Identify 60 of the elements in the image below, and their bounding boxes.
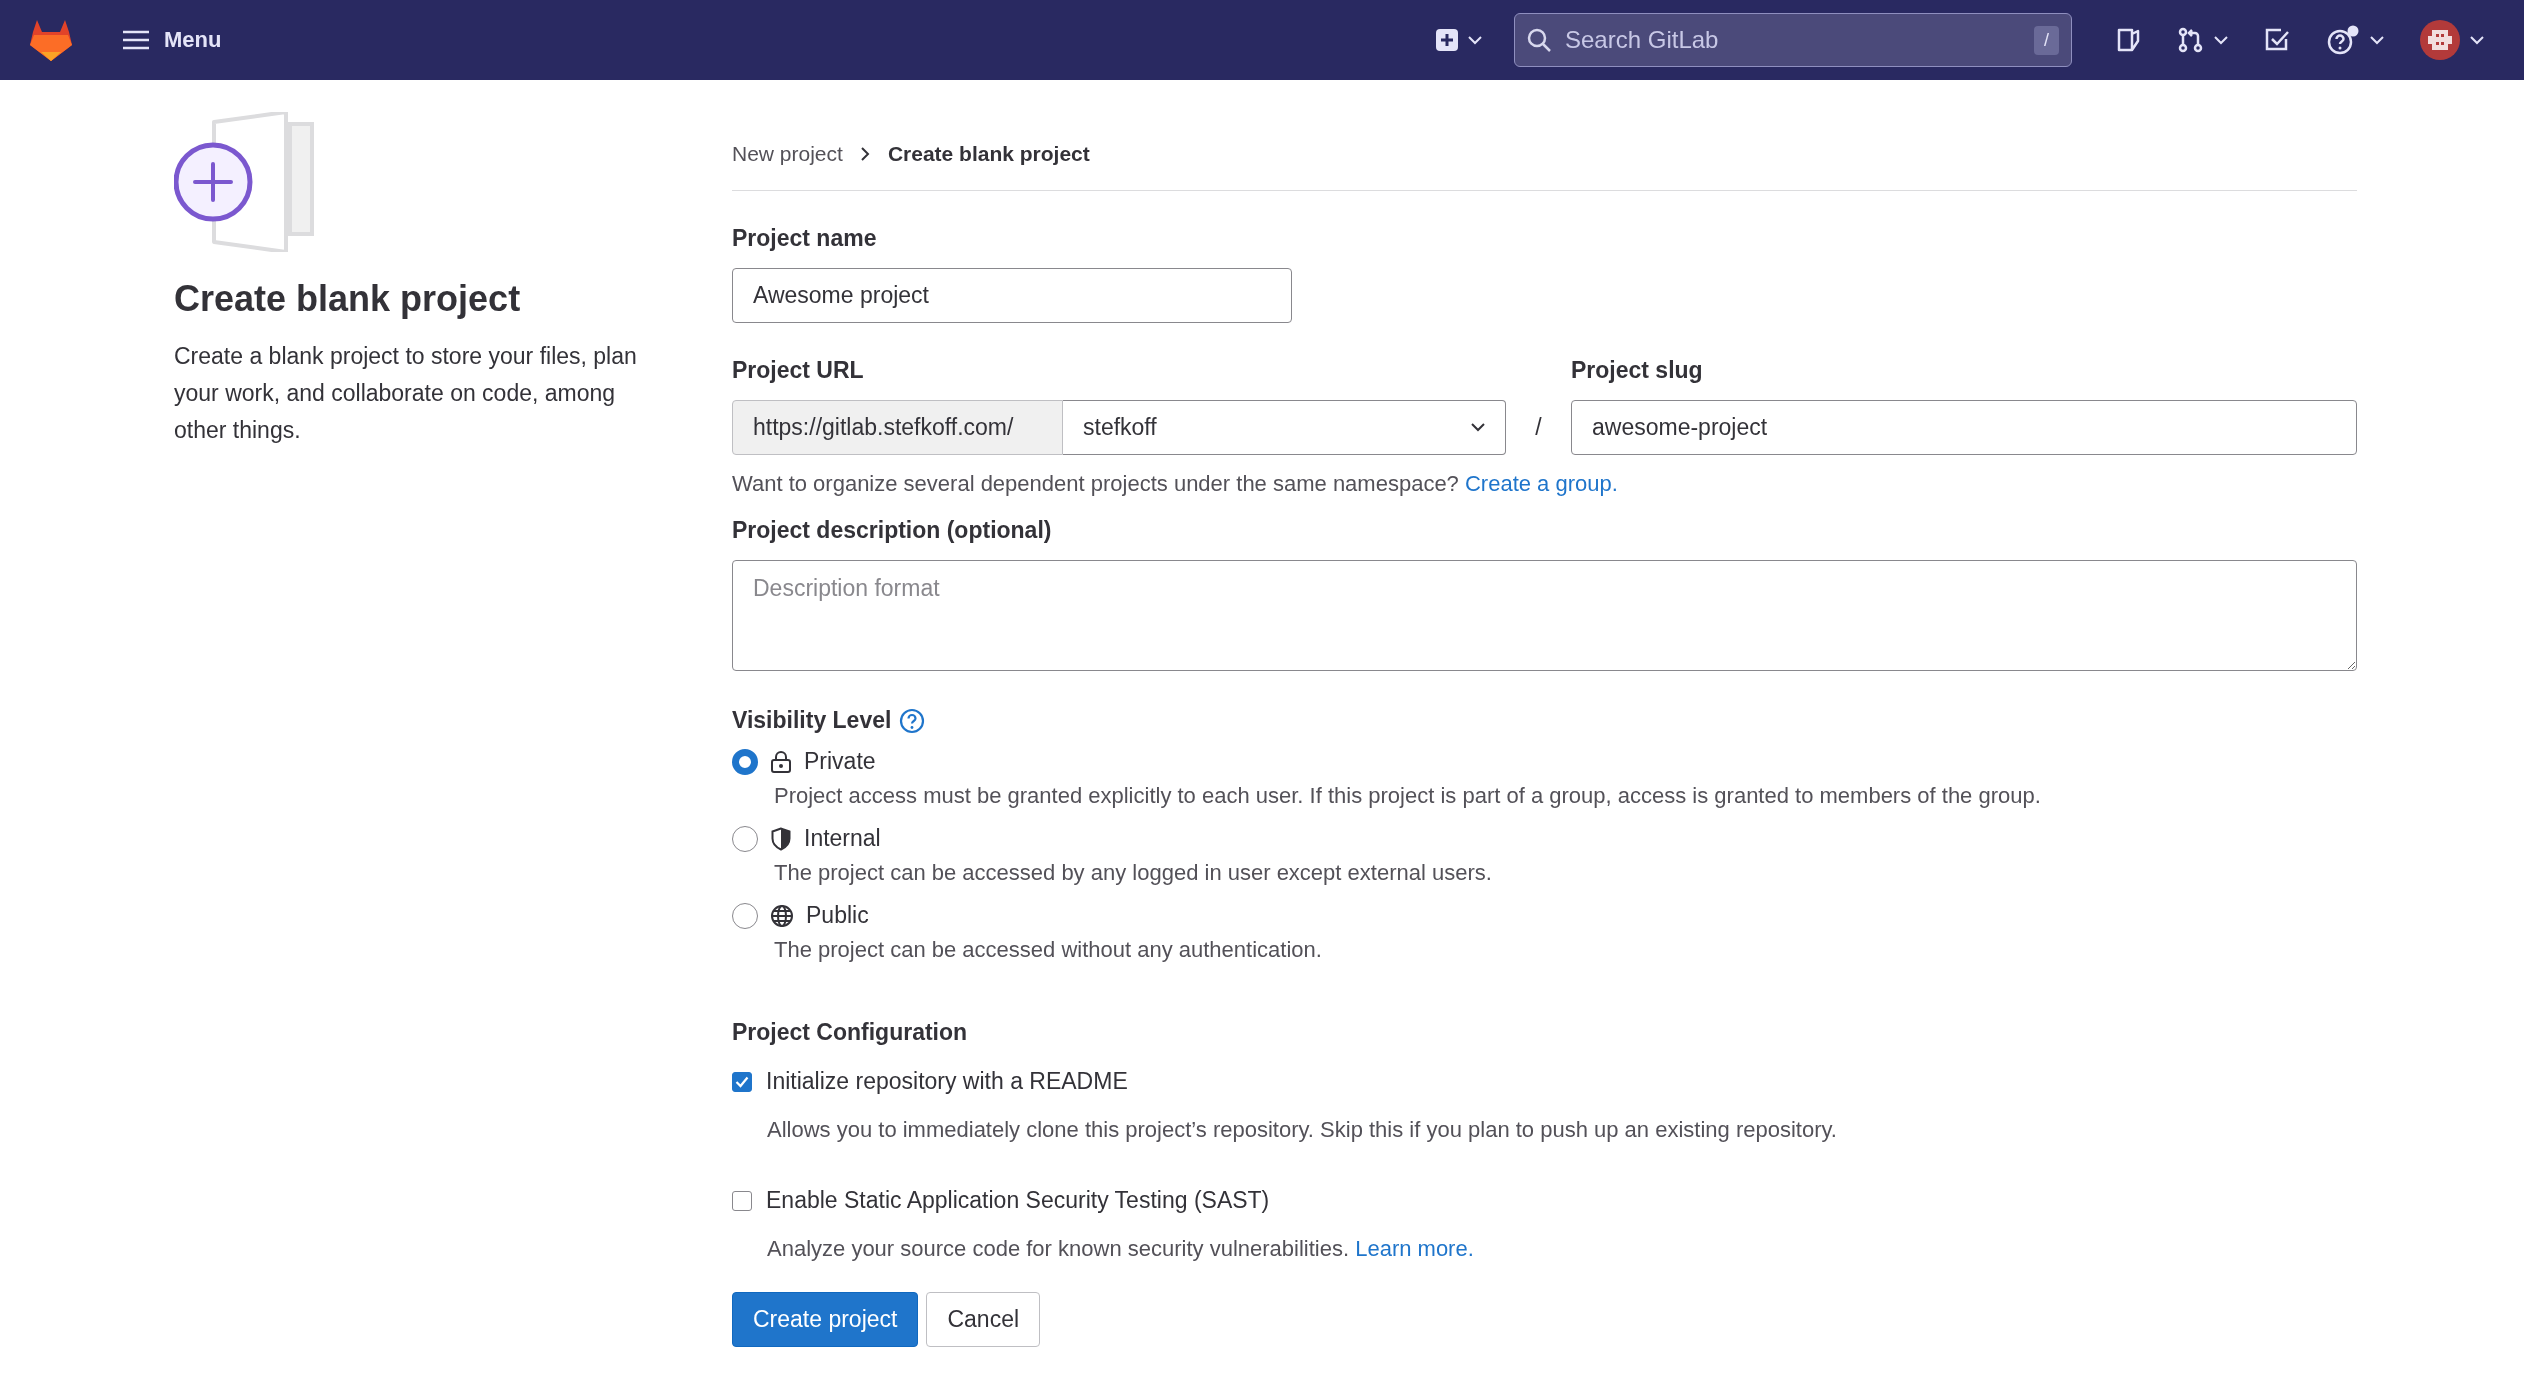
option-label: Internal [804, 825, 881, 852]
shortcut-key: / [2034, 25, 2059, 55]
field-label: Project slug [1571, 357, 1703, 384]
page-description: Create a blank project to store your files, plan your work, and collaborate on code, among other things. [174, 342, 638, 445]
project-slug-input[interactable]: awesome-project [1571, 400, 2357, 455]
breadcrumb-link[interactable]: Create blank project [887, 142, 1090, 166]
fox-logo-icon[interactable] [28, 18, 74, 62]
page-title: Create blank project [174, 278, 522, 320]
visibility-radio[interactable] [732, 902, 758, 929]
option-label: Enable Static Application Security Testing (SAST) [766, 1187, 1270, 1214]
url-prefix: https://gitlab.stefkoff.com/ [732, 400, 1063, 455]
search-field[interactable]: Search GitLab / [1514, 13, 2072, 67]
create-group-link[interactable]: Create a group. [1464, 471, 1618, 496]
check-icon [735, 1075, 749, 1088]
option-description: The project can be accessed without any authentication. [774, 937, 1323, 963]
breadcrumb-link[interactable]: New project [732, 142, 843, 166]
learn-more-link[interactable]: Learn more. [1355, 1236, 1474, 1261]
chevron-down-icon [2214, 35, 2228, 45]
help-icon[interactable] [899, 707, 926, 734]
chevron-down-icon [2370, 35, 2384, 45]
search-input[interactable]: Search GitLab [1563, 25, 2022, 55]
namespace-help-text: Want to organize several dependent projects under the same namespace? Create a group. [732, 471, 1619, 497]
field-label: Project name [732, 225, 877, 252]
option-description: Analyze your source code for known security vulnerabilities. Learn more. [767, 1236, 1475, 1262]
note-icon [2116, 27, 2142, 53]
chevron-down-icon [1471, 423, 1485, 432]
namespace-dropdown[interactable]: stefkoff [1063, 400, 1506, 455]
option-label: Initialize repository with a README [766, 1068, 1128, 1095]
search-icon [1527, 28, 1551, 52]
chevron-right-icon [860, 147, 870, 161]
menu-icon [122, 30, 150, 50]
checkbox[interactable] [732, 1190, 752, 1211]
option-description: Allows you to immediately clone this project’s repository. Skip this if you plan to push up an existing repository. [767, 1117, 1838, 1143]
url-separator: / [1534, 413, 1543, 442]
plus-square-icon [1436, 29, 1458, 51]
checkbox-icon [2264, 27, 2290, 53]
checkbox[interactable] [732, 1071, 752, 1092]
section-title: Project Configuration [732, 1019, 969, 1046]
cancel-button[interactable]: Cancel [926, 1292, 1041, 1347]
visibility-radio[interactable] [732, 825, 758, 852]
lock-icon [770, 749, 792, 774]
chevron-down-icon [1468, 35, 1482, 45]
option-description: The project can be accessed by any logged in user except external users. [774, 860, 1493, 886]
visibility-radio[interactable] [732, 748, 758, 775]
description-input[interactable]: Description format [732, 560, 2357, 671]
option-description: Project access must be granted explicitly to each user. If this project is part of a group, access is granted to members of the group. [774, 783, 2042, 809]
field-label: Project URL [732, 357, 864, 384]
submit-button[interactable]: Create project [732, 1292, 919, 1347]
option-label: Private [804, 748, 876, 775]
project-name-input[interactable]: Awesome project [732, 268, 1292, 323]
field-label: Project description (optional) [732, 517, 1052, 544]
globe-icon [770, 903, 794, 928]
shield-icon [770, 826, 792, 851]
help-icon [2326, 25, 2360, 55]
option-label: Public [806, 902, 869, 929]
chevron-down-icon [2470, 35, 2484, 45]
avatar-icon [2420, 20, 2460, 60]
merge-request-icon [2178, 27, 2204, 53]
field-label: Visibility Level [732, 707, 892, 734]
menu-button[interactable]: Menu [114, 19, 230, 61]
